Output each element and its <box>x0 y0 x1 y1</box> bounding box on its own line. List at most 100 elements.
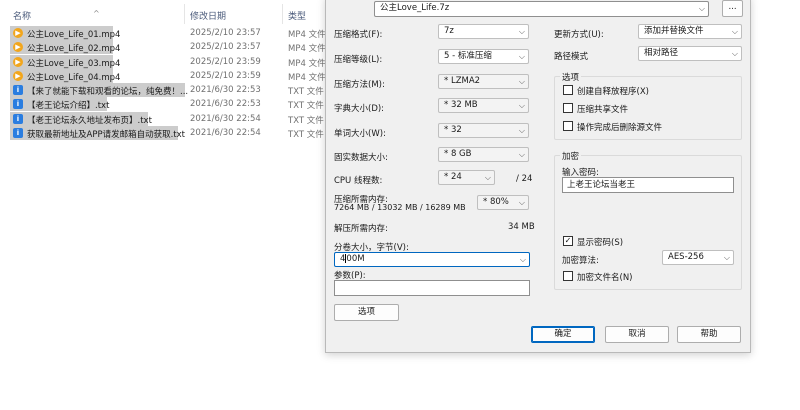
options-group-title: 选项 <box>560 71 582 83</box>
vlc-media-icon: ▶ <box>13 56 23 67</box>
column-header-type[interactable]: 类型 <box>288 9 306 22</box>
file-type: MP4 文件 <box>288 72 326 83</box>
chevron-down-icon: ⌵ <box>698 4 705 13</box>
file-name: 公主Love_Life_03.mp4 <box>27 58 121 69</box>
file-date: 2021/6/30 22:53 <box>190 85 261 96</box>
vlc-media-icon: ▶ <box>13 28 23 38</box>
file-type: TXT 文件 <box>288 130 324 141</box>
sort-ascending-icon: ^ <box>93 9 100 18</box>
column-header-name[interactable]: 名称 <box>13 9 31 22</box>
delete-after-checkbox[interactable] <box>563 121 573 131</box>
add-to-archive-dialog: 公主Love_Life.7z ⌵ ... 压缩格式(F): 7z ⌵ 压缩等级(… <box>325 0 751 353</box>
column-header-modified[interactable]: 修改日期 <box>190 9 226 22</box>
text-file-icon: i <box>13 99 23 110</box>
word-size-value: * 32 <box>444 125 462 135</box>
browse-button[interactable]: ... <box>722 0 743 17</box>
archive-path-combo[interactable]: 公主Love_Life.7z ⌵ <box>374 1 709 17</box>
column-divider[interactable] <box>184 4 185 24</box>
file-type: MP4 文件 <box>288 30 326 40</box>
dict-size-select[interactable]: * 32 MB ⌵ <box>438 98 529 113</box>
file-name: 【老王论坛介绍】.txt <box>27 101 110 112</box>
volume-size-input[interactable]: 400M ⌵ <box>334 252 530 267</box>
chevron-down-icon: ⌵ <box>518 52 525 61</box>
show-password-checkbox[interactable] <box>563 236 573 246</box>
column-header-row: ^ 名称 修改日期 类型 <box>0 0 330 26</box>
encryption-method-value: AES-256 <box>668 252 704 262</box>
sfx-label: 创建自释放程序(X) <box>577 87 649 97</box>
level-select[interactable]: 5 - 标准压缩 ⌵ <box>438 49 529 64</box>
chevron-down-icon: ⌵ <box>519 255 526 264</box>
word-size-select[interactable]: * 32 ⌵ <box>438 123 529 138</box>
solid-size-value: * 8 GB <box>444 149 472 159</box>
cpu-threads-label: CPU 线程数: <box>334 176 383 186</box>
level-value: 5 - 标准压缩 <box>444 51 492 61</box>
file-row[interactable]: ▶ 公主Love_Life_01.mp4 2025/2/10 23:57 MP4… <box>10 26 340 40</box>
file-date: 2025/2/10 23:59 <box>190 70 261 81</box>
decompress-memory-label: 解压所需内存: <box>334 224 388 234</box>
file-date: 2021/6/30 22:53 <box>190 99 261 110</box>
column-divider[interactable] <box>282 4 283 24</box>
level-label: 压缩等级(L): <box>334 55 383 65</box>
file-row[interactable]: ▶ 公主Love_Life_04.mp4 2025/2/10 23:59 MP4… <box>10 68 340 83</box>
dict-size-value: * 32 MB <box>444 100 478 110</box>
password-input[interactable]: 上老王论坛当老王 <box>562 177 734 193</box>
chevron-down-icon: ⌵ <box>518 126 525 135</box>
file-row[interactable]: ▶ 公主Love_Life_02.mp4 2025/2/10 23:57 MP4… <box>10 40 340 55</box>
format-value: 7z <box>444 26 454 36</box>
solid-size-select[interactable]: * 8 GB ⌵ <box>438 147 529 162</box>
cpu-threads-total: / 24 <box>516 174 533 184</box>
update-mode-select[interactable]: 添加并替换文件 ⌵ <box>638 24 742 39</box>
file-date: 2025/2/10 23:57 <box>190 28 261 38</box>
file-name: 【来了就能下载和观看的论坛，纯免费！... <box>27 87 189 98</box>
file-type: TXT 文件 <box>288 115 324 126</box>
shared-files-checkbox[interactable] <box>563 103 573 113</box>
file-row[interactable]: i 获取最新地址及APP请发邮箱自动获取.txt 2021/6/30 22:54… <box>10 126 340 141</box>
file-name: 公主Love_Life_02.mp4 <box>27 44 121 55</box>
ok-button[interactable]: 确定 <box>531 326 595 343</box>
file-type: MP4 文件 <box>288 44 326 55</box>
file-type: TXT 文件 <box>288 101 324 112</box>
file-date: 2021/6/30 22:54 <box>190 128 261 139</box>
file-explorer: ^ 名称 修改日期 类型 ▶ 公主Love_Life_01.mp4 2025/2… <box>0 0 330 410</box>
encryption-method-label: 加密算法: <box>562 256 599 266</box>
text-file-icon: i <box>13 85 23 96</box>
file-row[interactable]: ▶ 公主Love_Life_03.mp4 2025/2/10 23:59 MP4… <box>10 54 340 69</box>
help-button[interactable]: 帮助 <box>677 326 741 343</box>
chevron-down-icon: ⌵ <box>484 173 491 182</box>
file-name: 获取最新地址及APP请发邮箱自动获取.txt <box>27 130 185 141</box>
format-select[interactable]: 7z ⌵ <box>438 24 529 39</box>
memory-percent-select[interactable]: * 80% ⌵ <box>477 195 529 210</box>
parameters-input[interactable] <box>334 280 530 296</box>
file-name: 公主Love_Life_04.mp4 <box>27 72 121 83</box>
chevron-down-icon: ⌵ <box>518 77 525 86</box>
update-mode-label: 更新方式(U): <box>554 30 604 40</box>
file-name: 公主Love_Life_01.mp4 <box>27 30 121 40</box>
encryption-method-select[interactable]: AES-256 ⌵ <box>662 250 734 265</box>
chevron-down-icon: ⌵ <box>723 253 730 262</box>
cancel-button[interactable]: 取消 <box>605 326 669 343</box>
archive-path-value: 公主Love_Life.7z <box>380 3 450 13</box>
file-row[interactable]: i 【来了就能下载和观看的论坛，纯免费！... 2021/6/30 22:53 … <box>10 83 340 98</box>
delete-after-label: 操作完成后删除源文件 <box>577 123 663 133</box>
file-row[interactable]: i 【老王论坛永久地址发布页】.txt 2021/6/30 22:54 TXT … <box>10 111 340 126</box>
format-label: 压缩格式(F): <box>334 30 383 40</box>
sfx-checkbox[interactable] <box>563 85 573 95</box>
shared-files-label: 压缩共享文件 <box>577 105 629 115</box>
word-size-label: 单词大小(W): <box>334 129 386 139</box>
text-file-icon: i <box>13 113 23 124</box>
file-row[interactable]: i 【老王论坛介绍】.txt 2021/6/30 22:53 TXT 文件 <box>10 97 340 112</box>
method-label: 压缩方法(M): <box>334 80 385 90</box>
update-mode-value: 添加并替换文件 <box>644 26 704 36</box>
method-select[interactable]: * LZMA2 ⌵ <box>438 74 529 89</box>
cpu-threads-select[interactable]: * 24 ⌵ <box>438 170 495 185</box>
file-date: 2025/2/10 23:59 <box>190 56 261 67</box>
volume-size-value-end: 00M <box>346 254 365 264</box>
chevron-down-icon: ⌵ <box>518 27 525 36</box>
file-date: 2025/2/10 23:57 <box>190 42 261 53</box>
chevron-down-icon: ⌵ <box>731 27 738 36</box>
encrypt-filenames-label: 加密文件名(N) <box>577 273 633 283</box>
options-button[interactable]: 选项 <box>334 304 399 321</box>
path-mode-value: 相对路径 <box>644 48 679 58</box>
encrypt-filenames-checkbox[interactable] <box>563 271 573 281</box>
path-mode-select[interactable]: 相对路径 ⌵ <box>638 46 742 61</box>
